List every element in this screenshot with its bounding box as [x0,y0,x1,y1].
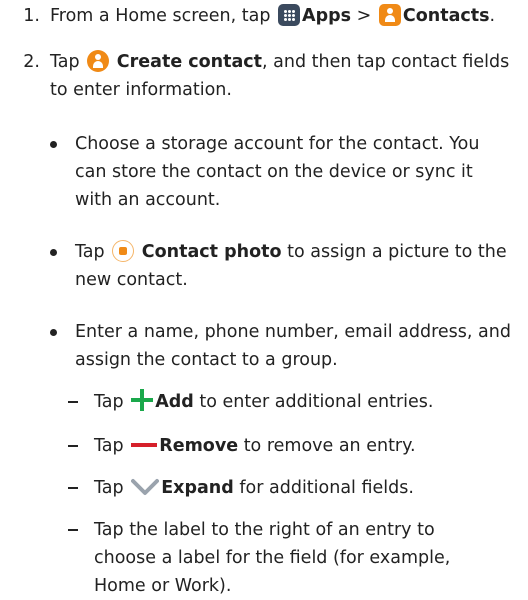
add-label: Add [155,392,194,412]
camera-icon [112,240,135,262]
apps-icon [278,4,301,26]
bullet-dot [50,249,57,256]
plus-icon [131,389,154,411]
contacts-label: Contacts [402,6,490,26]
bullet-dot [50,141,57,148]
step-text: From a Home screen, tap Apps > Contacts. [50,4,496,26]
contacts-icon [378,4,401,26]
create-contact-icon [87,50,110,72]
apps-label: Apps [302,6,352,26]
step-text: Tap Create contact, and then tap contact… [50,50,510,100]
create-contact-label: Create contact [116,52,263,72]
step-number: 2. [23,52,40,72]
step-number: 1. [23,6,40,26]
chevron-down-icon [131,479,160,495]
contact-photo-label: Contact photo [141,242,282,262]
expand-label: Expand [161,478,234,498]
minus-icon [131,443,158,447]
bullet-dot [50,329,57,336]
remove-label: Remove [159,436,239,456]
